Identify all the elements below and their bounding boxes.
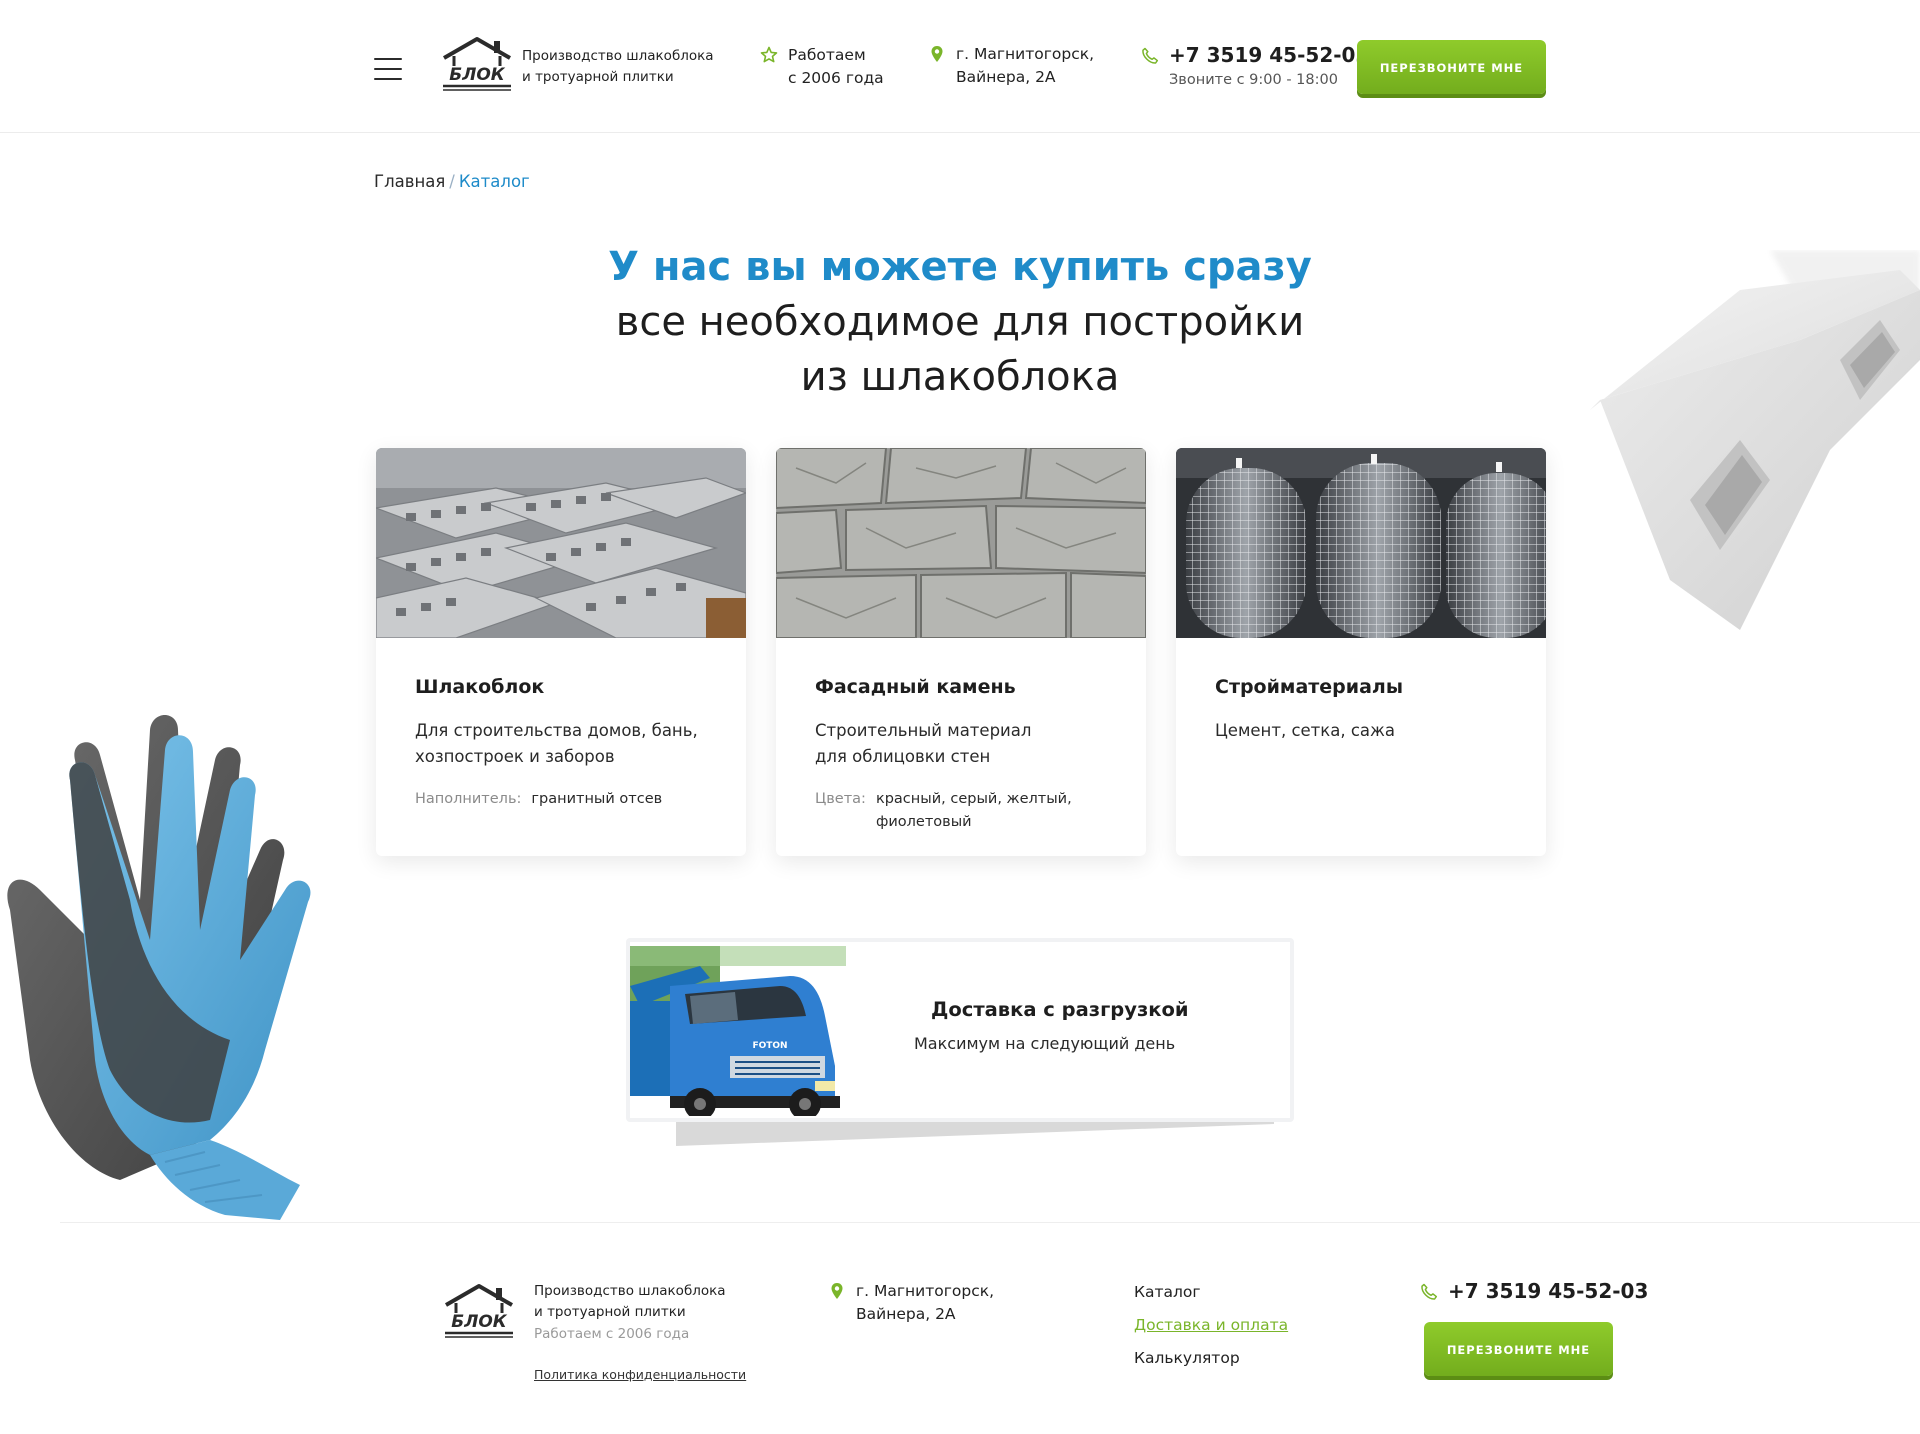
card-meta: Цвета: красный, серый, желтый, фиолетовы… [815, 788, 1125, 834]
location-pin-icon [931, 46, 943, 62]
truck-brand: FOTON [752, 1041, 787, 1051]
cinder-blocks-photo [376, 448, 746, 638]
footer-address-line2: Вайнера, 2А [856, 1305, 956, 1323]
catalog-card-building-materials[interactable]: Стройматериалы Цемент, сетка, сажа [1176, 448, 1546, 856]
header-phone-hours: Звоните с 9:00 - 18:00 [1169, 72, 1338, 88]
card-description: Цемент, сетка, сажа [1215, 718, 1515, 744]
footer-logo-icon[interactable]: БЛОК [442, 1283, 516, 1339]
breadcrumb-separator: / [449, 172, 455, 191]
menu-icon[interactable] [374, 58, 402, 80]
header-tagline-line2: и тротуарной плитки [522, 69, 674, 85]
star-icon [760, 46, 778, 63]
footer-tagline-line2: и тротуарной плитки [534, 1304, 686, 1320]
card-meta-value: красный, серый, желтый, фиолетовый [876, 788, 1072, 834]
card-description-line1: Строительный материал [815, 721, 1032, 740]
header-years-line2: с 2006 года [788, 69, 884, 87]
wire-mesh-rolls-photo [1176, 448, 1546, 638]
header-phone[interactable]: +7 3519 45-52-03 [1169, 42, 1369, 69]
header-phone-block: +7 3519 45-52-03 Звоните с 9:00 - 18:00 [1142, 42, 1369, 91]
footer-tagline: Производство шлакоблока и тротуарной пли… [534, 1281, 726, 1323]
card-meta-key: Наполнитель: [415, 791, 522, 807]
header-tagline-line1: Производство шлакоблока [522, 48, 714, 64]
breadcrumb-current: Каталог [458, 172, 530, 191]
footer-tagline-line1: Производство шлакоблока [534, 1283, 726, 1299]
header-years-line1: Работаем [788, 46, 866, 64]
card-description-line2: для облицовки стен [815, 747, 991, 766]
breadcrumb-home[interactable]: Главная [374, 172, 445, 191]
phone-icon [1421, 1283, 1438, 1300]
header-address: г. Магнитогорск, Вайнера, 2А [931, 43, 1095, 89]
header-address-line2: Вайнера, 2А [956, 68, 1056, 86]
delivery-title: Доставка с разгрузкой [931, 998, 1189, 1021]
footer-address: г. Магнитогорск, Вайнера, 2А [831, 1280, 995, 1326]
footer-callback-button[interactable]: ПЕРЕЗВОНИТЕ МНЕ [1424, 1322, 1613, 1376]
phone-icon [1142, 47, 1159, 64]
footer-nav-calculator[interactable]: Калькулятор [1134, 1348, 1288, 1368]
headline-line3: из шлакоблока [800, 354, 1120, 400]
footer-divider [60, 1222, 1920, 1223]
footer-nav-catalog[interactable]: Каталог [1134, 1282, 1288, 1302]
header-years: Работаем с 2006 года [760, 44, 884, 90]
card-title: Фасадный камень [815, 676, 1016, 698]
footer-address-line1: г. Магнитогорск, [856, 1282, 995, 1300]
card-title: Шлакоблок [415, 676, 545, 698]
callback-button[interactable]: ПЕРЕЗВОНИТЕ МНЕ [1357, 40, 1546, 94]
header-tagline: Производство шлакоблока и тротуарной пли… [522, 46, 722, 88]
catalog-card-facade-stone[interactable]: Фасадный камень Строительный материал дл… [776, 448, 1146, 856]
card-meta: Наполнитель: гранитный отсев [415, 788, 725, 811]
footer-nav-delivery[interactable]: Доставка и оплата [1134, 1315, 1288, 1335]
card-title: Стройматериалы [1215, 676, 1404, 698]
glove-image [7, 715, 311, 1220]
card-description-line1: Цемент, сетка, сажа [1215, 721, 1396, 740]
headline-line1: У нас вы можете купить сразу [608, 244, 1312, 290]
cinder-block-image [1590, 250, 1920, 630]
location-pin-icon [831, 1283, 843, 1299]
logo-text: БЛОК [449, 65, 506, 85]
card-meta-key: Цвета: [815, 791, 866, 807]
delivery-banner: FOTON Доставка с разгрузкой Максимум на … [626, 938, 1296, 1148]
breadcrumb: Главная / Каталог [374, 172, 530, 191]
card-description: Строительный материал для облицовки стен [815, 718, 1115, 770]
card-description: Для строительства домов, бань, хозпостро… [415, 718, 715, 770]
truck-image: FOTON [630, 946, 846, 1116]
card-meta-value-line2: фиолетовый [875, 814, 972, 830]
headline-line2: все необходимое для постройки [615, 299, 1305, 345]
footer-nav: Каталог Доставка и оплата Калькулятор [1134, 1282, 1288, 1381]
card-meta-value-line1: гранитный отсев [531, 791, 663, 807]
catalog-card-cinder-block[interactable]: Шлакоблок Для строительства домов, бань,… [376, 448, 746, 856]
page-headline: У нас вы можете купить сразу все необход… [460, 240, 1460, 405]
footer-logo-text: БЛОК [451, 1312, 508, 1332]
card-description-line1: Для строительства домов, бань, [415, 721, 698, 740]
logo-icon[interactable]: БЛОК [440, 36, 514, 92]
delivery-subtitle: Максимум на следующий день [914, 1034, 1176, 1053]
site-header: БЛОК Производство шлакоблока и тротуарно… [0, 0, 1920, 133]
facade-stone-photo [776, 448, 1146, 638]
card-meta-value: гранитный отсев [531, 788, 662, 811]
header-address-line1: г. Магнитогорск, [956, 45, 1095, 63]
card-description-line2: хозпостроек и заборов [415, 747, 615, 766]
privacy-policy-link[interactable]: Политика конфиденциальности [534, 1367, 746, 1382]
card-meta-value-line1: красный, серый, желтый, [875, 791, 1072, 807]
footer-phone[interactable]: +7 3519 45-52-03 [1448, 1279, 1648, 1303]
footer-phone-block: +7 3519 45-52-03 [1421, 1279, 1648, 1303]
banner-shadow [676, 1120, 1274, 1146]
footer-since: Работаем с 2006 года [534, 1326, 690, 1342]
